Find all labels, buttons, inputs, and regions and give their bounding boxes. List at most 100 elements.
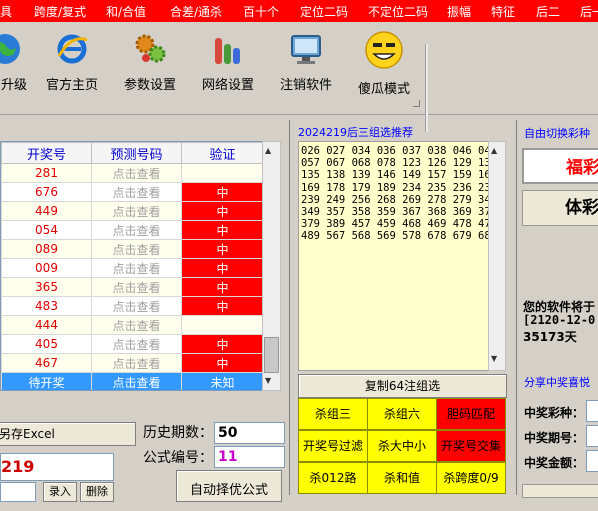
view-prediction-link[interactable]: 点击查看 [91, 201, 182, 221]
menu-item-amplitude[interactable]: 振幅 [447, 3, 471, 20]
verify-cell [181, 163, 263, 183]
win-amount-input[interactable] [586, 450, 598, 472]
view-prediction-link[interactable]: 点击查看 [91, 163, 182, 183]
menu-item-tools[interactable]: 具 [0, 3, 12, 20]
column-header-draw[interactable]: 开奖号 [1, 142, 92, 164]
view-prediction-link[interactable]: 点击查看 [91, 353, 182, 373]
view-prediction-link[interactable]: 点击查看 [91, 372, 182, 390]
scroll-down-icon[interactable]: ▼ [265, 376, 271, 385]
view-prediction-link[interactable]: 点击查看 [91, 277, 182, 297]
record-input[interactable] [0, 482, 36, 502]
draw-number: 009 [1, 258, 92, 278]
filter-button[interactable]: 杀012路 [298, 462, 368, 494]
draw-number: 054 [1, 220, 92, 240]
draw-number: 483 [1, 296, 92, 316]
switch-lottery-title: 自由切换彩种 [524, 127, 590, 140]
table-row: 365 点击查看中 [1, 277, 263, 297]
filter-button[interactable]: 杀组六 [367, 398, 437, 430]
period-field[interactable]: 219 [0, 453, 114, 481]
verify-cell: 中 [181, 258, 263, 278]
panel-divider [289, 120, 290, 495]
recommend-row: 135 138 139 146 149 157 159 167 [301, 169, 495, 182]
homepage-button[interactable]: 官方主页 [40, 32, 104, 93]
recommend-scrollbar[interactable]: ▲ ▼ [488, 141, 506, 371]
expiry-date: [2120-12-0 [523, 313, 596, 327]
recommend-row: 026 027 034 036 037 038 046 047 [301, 145, 495, 157]
recommend-row: 169 178 179 189 234 235 236 237 [301, 181, 495, 194]
view-prediction-link[interactable]: 点击查看 [91, 239, 182, 259]
draw-number: 365 [1, 277, 92, 297]
filter-button[interactable]: 杀和值 [367, 462, 437, 494]
win-lottery-input[interactable] [586, 400, 598, 422]
delete-button[interactable]: 删除 [80, 482, 114, 502]
view-prediction-link[interactable]: 点击查看 [91, 296, 182, 316]
menu-item-sum[interactable]: 和/合值 [106, 3, 146, 20]
verify-cell: 中 [181, 334, 263, 354]
formula-input[interactable]: 11 [214, 446, 285, 468]
formula-label: 公式编号： [143, 450, 213, 466]
verify-cell: 中 [181, 201, 263, 221]
menu-item-feature[interactable]: 特征 [491, 3, 515, 20]
export-excel-button[interactable]: 另存Excel [0, 422, 136, 446]
view-prediction-link[interactable]: 点击查看 [91, 315, 182, 335]
gears-icon [135, 34, 166, 63]
table-row: 449 点击查看中 [1, 201, 263, 221]
scroll-up-icon[interactable]: ▲ [265, 146, 271, 155]
column-header-verify[interactable]: 验证 [181, 142, 263, 164]
scroll-down-icon[interactable]: ▼ [491, 354, 497, 363]
auto-formula-button[interactable]: 自动择优公式 [176, 470, 282, 502]
filter-button[interactable]: 杀组三 [298, 398, 368, 430]
toolbar-label: 参数设置 [123, 78, 176, 93]
filter-button[interactable]: 开奖号交集 [436, 430, 506, 462]
toolbar-label: 网络设置 [201, 78, 254, 93]
verify-cell: 中 [181, 277, 263, 297]
view-prediction-link[interactable]: 点击查看 [91, 334, 182, 354]
view-prediction-link[interactable]: 点击查看 [91, 258, 182, 278]
upgrade-button[interactable]: 升级 [0, 32, 30, 93]
sports-lottery-button[interactable]: 体彩 [522, 190, 598, 226]
verify-cell: 中 [181, 353, 263, 373]
column-header-prediction[interactable]: 预测号码 [91, 142, 182, 164]
pending-draw: 待开奖 [1, 372, 92, 390]
filter-button[interactable]: 杀跨度0/9 [436, 462, 506, 494]
verify-cell [181, 315, 263, 335]
menu-item-fixed-two[interactable]: 定位二码 [300, 3, 348, 20]
copy-combinations-button[interactable]: 复制64注组选 [298, 374, 507, 398]
filter-button[interactable]: 胆码匹配 [436, 398, 506, 430]
toolbar-label: 傻瓜模式 [357, 82, 410, 97]
ie-icon [57, 34, 88, 64]
menu-item-span[interactable]: 跨度/复式 [34, 3, 86, 20]
table-row: 467 点击查看中 [1, 353, 263, 373]
recommend-row: 489 567 568 569 578 678 679 689 [301, 230, 495, 243]
scroll-thumb[interactable] [264, 337, 279, 373]
scroll-up-icon[interactable]: ▲ [491, 146, 497, 155]
settings-button[interactable]: 参数设置 [118, 32, 182, 93]
network-button[interactable]: 网络设置 [196, 32, 260, 93]
smiley-icon [365, 31, 403, 69]
menu-item-last-two[interactable]: 后二 [536, 3, 560, 20]
menu-item-position[interactable]: 百十个 [243, 3, 279, 20]
verify-cell: 中 [181, 182, 263, 202]
view-prediction-link[interactable]: 点击查看 [91, 182, 182, 202]
toolbar-label: 官方主页 [45, 78, 98, 93]
welfare-lottery-button[interactable]: 福彩 [522, 148, 598, 184]
table-row: 405 点击查看中 [1, 334, 263, 354]
draw-number: 676 [1, 182, 92, 202]
filter-button[interactable]: 开奖号过滤 [298, 430, 368, 462]
menu-item-diff[interactable]: 合差/通杀 [170, 3, 222, 20]
toolbar: 升级 官方主页 参数设置 网络设置 注销软件 傻瓜模式 [0, 22, 598, 132]
verify-cell: 中 [181, 220, 263, 240]
table-row: 054 点击查看中 [1, 220, 263, 240]
filter-button[interactable]: 杀大中小 [367, 430, 437, 462]
share-button[interactable] [522, 484, 598, 498]
table-scrollbar[interactable]: ▲ ▼ [262, 141, 281, 391]
view-prediction-link[interactable]: 点击查看 [91, 220, 182, 240]
win-period-input[interactable] [586, 425, 598, 447]
prediction-table: 开奖号 预测号码 验证 281 点击查看 676 点击查看中 449 点击查看中 054 点击… [0, 141, 264, 391]
menu-item-unfixed-two[interactable]: 不定位二码 [368, 3, 428, 20]
history-input[interactable]: 50 [214, 422, 285, 444]
menu-item-last-one[interactable]: 后一 [580, 3, 598, 20]
record-button[interactable]: 录入 [43, 482, 77, 502]
logout-button[interactable]: 注销软件 [274, 32, 338, 93]
simple-mode-button[interactable]: 傻瓜模式 [352, 30, 416, 97]
